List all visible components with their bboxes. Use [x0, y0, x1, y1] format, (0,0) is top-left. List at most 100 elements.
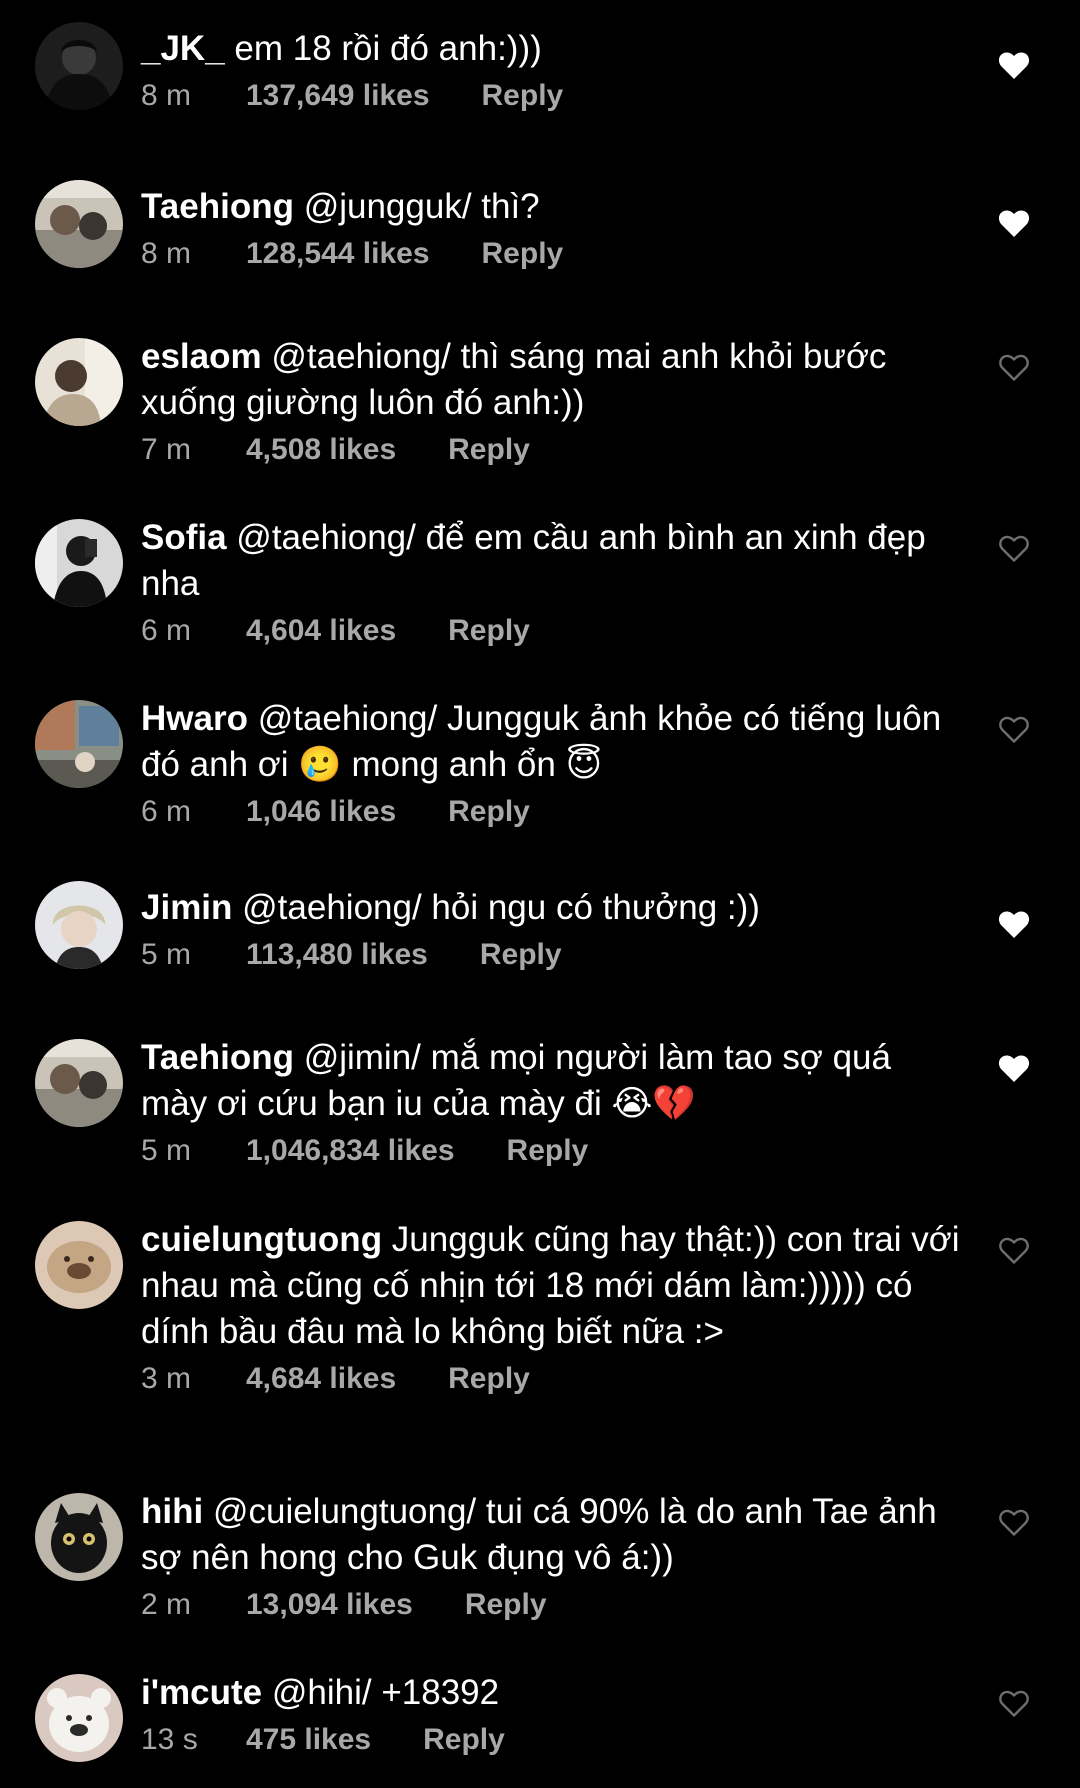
like-button[interactable] [998, 910, 1030, 940]
comment-body: Hwaro @taehiong/ Jungguk ảnh khỏe có tiế… [141, 696, 961, 835]
comment-meta: 7 m 4,508 likes Reply [141, 427, 961, 473]
avatar[interactable] [35, 1039, 123, 1127]
comment-text: hihi @cuielungtuong/ tui cá 90% là do an… [141, 1489, 961, 1581]
reply-button[interactable]: Reply [465, 1582, 547, 1628]
like-button[interactable] [998, 1054, 1030, 1084]
comment-time: 6 m [141, 614, 192, 647]
reply-button[interactable]: Reply [507, 1128, 589, 1174]
comment-username[interactable]: Taehiong [141, 1038, 294, 1077]
reply-button[interactable]: Reply [448, 608, 530, 654]
comment-likes[interactable]: 4,508 likes [246, 427, 396, 473]
comment-body: _JK_ em 18 rồi đó anh:))) 8 m 137,649 li… [141, 26, 961, 119]
comment-username[interactable]: _JK_ [141, 29, 225, 68]
comment-time: 5 m [141, 1134, 192, 1167]
comment-likes[interactable]: 4,684 likes [246, 1356, 396, 1402]
comment-time: 8 m [141, 79, 192, 112]
avatar[interactable] [35, 519, 123, 607]
heart-outline-icon [999, 535, 1029, 562]
avatar[interactable] [35, 1221, 123, 1309]
avatar[interactable] [35, 881, 123, 969]
comment-username[interactable]: hihi [141, 1492, 203, 1531]
comment-meta: 8 m 128,544 likes Reply [141, 231, 961, 277]
avatar[interactable] [35, 1674, 123, 1762]
heart-filled-icon [998, 1055, 1030, 1082]
like-button[interactable] [998, 353, 1030, 383]
avatar-bread-icon [35, 1221, 123, 1309]
comment-text: _JK_ em 18 rồi đó anh:))) [141, 26, 961, 72]
comment-username[interactable]: Hwaro [141, 699, 248, 738]
comment-body: hihi @cuielungtuong/ tui cá 90% là do an… [141, 1489, 961, 1628]
comment-time: 7 m [141, 433, 192, 466]
comment-meta: 6 m 1,046 likes Reply [141, 789, 961, 835]
avatar-dark-hood-icon [35, 22, 123, 110]
heart-outline-icon [999, 716, 1029, 743]
comment-content: @taehiong/ Jungguk ảnh khỏe có tiếng luô… [141, 699, 951, 784]
comment-username[interactable]: cuielungtuong [141, 1220, 382, 1259]
reply-button[interactable]: Reply [423, 1717, 505, 1763]
comment-meta: 2 m 13,094 likes Reply [141, 1582, 961, 1628]
avatar[interactable] [35, 338, 123, 426]
comment-text: Taehiong @jimin/ mắ mọi người làm tao sợ… [141, 1035, 961, 1127]
reply-button[interactable]: Reply [482, 73, 564, 119]
comment-text: i'mcute @hihi/ +18392 [141, 1670, 961, 1716]
comment-likes[interactable]: 475 likes [246, 1717, 371, 1763]
like-button[interactable] [998, 1508, 1030, 1538]
heart-filled-icon [998, 911, 1030, 938]
reply-button[interactable]: Reply [448, 427, 530, 473]
comment-body: Taehiong @jimin/ mắ mọi người làm tao sợ… [141, 1035, 961, 1174]
comment-username[interactable]: Jimin [141, 888, 232, 927]
reply-button[interactable]: Reply [482, 231, 564, 277]
comment-likes[interactable]: 137,649 likes [246, 73, 430, 119]
like-button[interactable] [998, 1689, 1030, 1719]
comment-username[interactable]: Taehiong [141, 187, 294, 226]
avatar[interactable] [35, 700, 123, 788]
comment-meta: 6 m 4,604 likes Reply [141, 608, 961, 654]
comment-body: i'mcute @hihi/ +18392 13 s 475 likes Rep… [141, 1670, 961, 1763]
like-button[interactable] [998, 534, 1030, 564]
comment-likes[interactable]: 13,094 likes [246, 1582, 413, 1628]
comment-text: cuielungtuong Jungguk cũng hay thật:)) c… [141, 1217, 961, 1355]
comment-time: 3 m [141, 1362, 192, 1395]
comment-username[interactable]: Sofia [141, 518, 227, 557]
like-button[interactable] [998, 1236, 1030, 1266]
comment-time: 6 m [141, 795, 192, 828]
like-button[interactable] [998, 715, 1030, 745]
avatar-couple-photo-icon [35, 180, 123, 268]
comment-content: @taehiong/ để em cầu anh bình an xinh đẹ… [141, 518, 936, 603]
comment-meta: 5 m 1,046,834 likes Reply [141, 1128, 961, 1174]
comment-time: 2 m [141, 1588, 192, 1621]
comment-meta: 13 s 475 likes Reply [141, 1717, 961, 1763]
comment-likes[interactable]: 4,604 likes [246, 608, 396, 654]
comment-text: Jimin @taehiong/ hỏi ngu có thưởng :)) [141, 885, 961, 931]
heart-outline-icon [999, 1690, 1029, 1717]
comment-meta: 3 m 4,684 likes Reply [141, 1356, 961, 1402]
comment-body: Jimin @taehiong/ hỏi ngu có thưởng :)) 5… [141, 885, 961, 978]
comment-username[interactable]: i'mcute [141, 1673, 262, 1712]
comment-likes[interactable]: 128,544 likes [246, 231, 430, 277]
comment-body: Sofia @taehiong/ để em cầu anh bình an x… [141, 515, 961, 654]
avatar[interactable] [35, 22, 123, 110]
comment-username[interactable]: eslaom [141, 337, 262, 376]
heart-filled-icon [998, 52, 1030, 79]
heart-outline-icon [999, 1237, 1029, 1264]
comment-time: 5 m [141, 938, 192, 971]
comment-text: eslaom @taehiong/ thì sáng mai anh khỏi … [141, 334, 961, 426]
comment-body: eslaom @taehiong/ thì sáng mai anh khỏi … [141, 334, 961, 473]
avatar[interactable] [35, 180, 123, 268]
comment-likes[interactable]: 1,046 likes [246, 789, 396, 835]
comment-content: em 18 rồi đó anh:))) [224, 29, 542, 68]
comment-time: 13 s [141, 1723, 198, 1756]
comment-text: Taehiong @jungguk/ thì? [141, 184, 961, 230]
avatar-blond-icon [35, 881, 123, 969]
heart-outline-icon [999, 1509, 1029, 1536]
avatar[interactable] [35, 1493, 123, 1581]
reply-button[interactable]: Reply [448, 1356, 530, 1402]
like-button[interactable] [998, 51, 1030, 81]
like-button[interactable] [998, 209, 1030, 239]
comment-likes[interactable]: 113,480 likes [246, 932, 428, 978]
reply-button[interactable]: Reply [480, 932, 562, 978]
comment-time: 8 m [141, 237, 192, 270]
comment-likes[interactable]: 1,046,834 likes [246, 1128, 455, 1174]
comment-text: Sofia @taehiong/ để em cầu anh bình an x… [141, 515, 961, 607]
reply-button[interactable]: Reply [448, 789, 530, 835]
